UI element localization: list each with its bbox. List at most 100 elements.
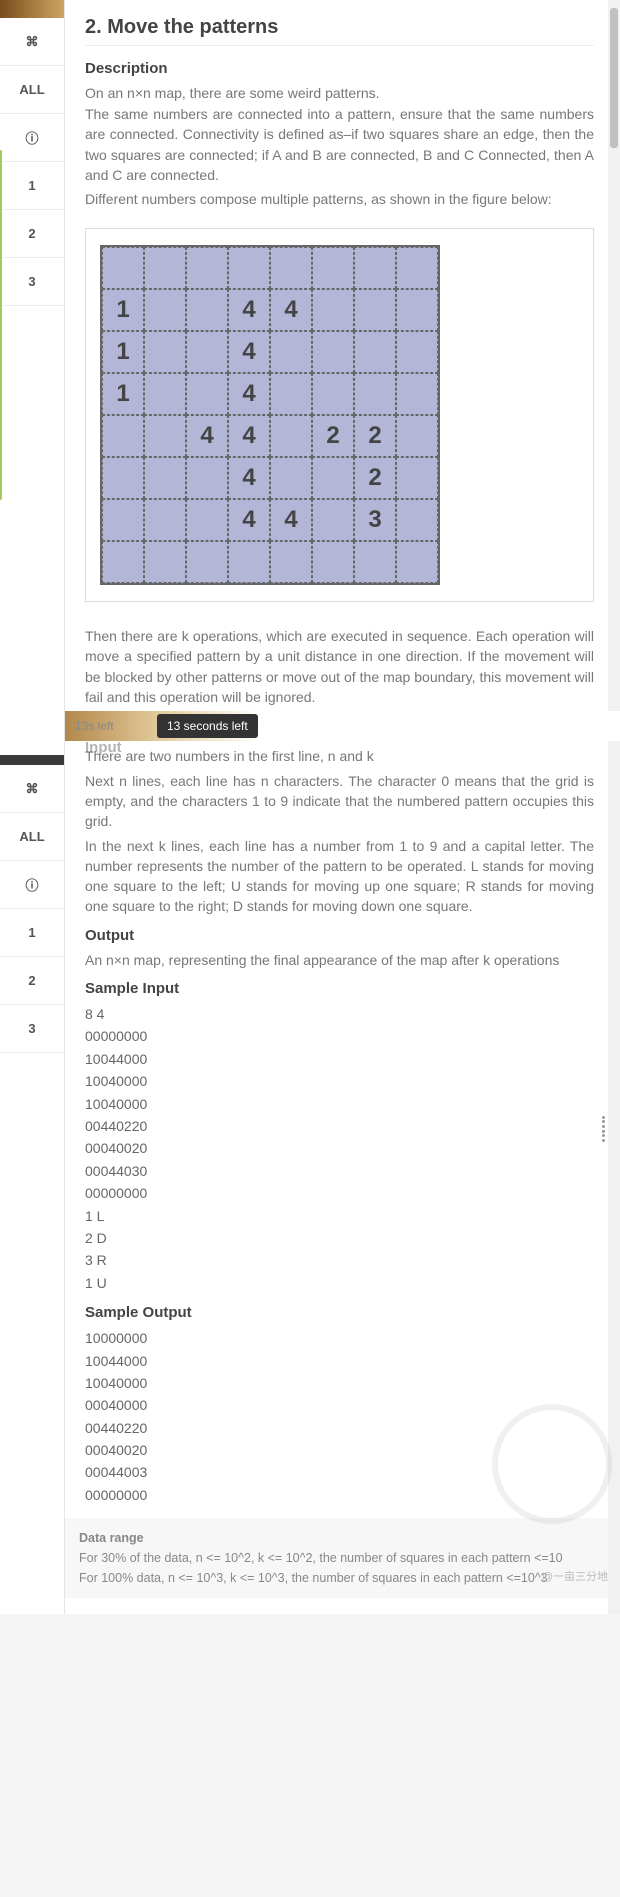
scrollbar-track[interactable] xyxy=(608,0,620,1614)
sample-input-line: 1 U xyxy=(85,1272,594,1294)
sidebar2-item-cmd[interactable]: ⌘ xyxy=(0,765,64,813)
title-divider xyxy=(85,45,594,46)
sidebar-item-3[interactable]: 3 xyxy=(0,258,64,306)
sidebar2-item-2[interactable]: 2 xyxy=(0,957,64,1005)
grid-cell xyxy=(144,541,186,583)
grid-cell: 4 xyxy=(228,457,270,499)
sample-input-line: 10044000 xyxy=(85,1048,594,1070)
grid-cell xyxy=(186,499,228,541)
sidebar-item-all[interactable]: ALL xyxy=(0,66,64,114)
resize-handle-icon[interactable] xyxy=(602,1115,610,1143)
sidebar-item-2[interactable]: 2 xyxy=(0,210,64,258)
grid-cell xyxy=(144,289,186,331)
grid-figure: 1441414442242443 xyxy=(85,228,594,602)
grid-cell xyxy=(312,289,354,331)
grid-cell xyxy=(228,247,270,289)
grid: 1441414442242443 xyxy=(100,245,440,585)
grid-cell xyxy=(186,541,228,583)
sample-output-line: 00000000 xyxy=(85,1484,594,1506)
grid-cell xyxy=(354,289,396,331)
sidebar2-item-1[interactable]: 1 xyxy=(0,909,64,957)
scrollbar-thumb[interactable] xyxy=(610,8,618,148)
sidebar2-item-all[interactable]: ALL xyxy=(0,813,64,861)
sidebar2-item-3[interactable]: 3 xyxy=(0,1005,64,1053)
grid-cell xyxy=(396,415,438,457)
grid-cell xyxy=(312,499,354,541)
sample-input-line: 1 L xyxy=(85,1205,594,1227)
grid-cell xyxy=(312,373,354,415)
grid-cell: 4 xyxy=(270,499,312,541)
grid-cell: 4 xyxy=(228,289,270,331)
grid-cell xyxy=(396,247,438,289)
grid-cell xyxy=(270,331,312,373)
grid-cell xyxy=(354,373,396,415)
grid-cell xyxy=(312,457,354,499)
grid-cell xyxy=(144,415,186,457)
sample-output-line: 10040000 xyxy=(85,1372,594,1394)
grid-cell xyxy=(144,457,186,499)
grid-cell xyxy=(312,541,354,583)
sample-input-line: 00044030 xyxy=(85,1160,594,1182)
sample-output-line: 10044000 xyxy=(85,1350,594,1372)
grid-cell xyxy=(396,541,438,583)
sidebar-dark-strip xyxy=(0,755,64,765)
grid-cell: 1 xyxy=(102,331,144,373)
sample-output-line: 00044003 xyxy=(85,1461,594,1483)
sample-input-line: 00440220 xyxy=(85,1115,594,1137)
output-p1: An n×n map, representing the final appea… xyxy=(85,950,594,970)
timer-short: 13s left xyxy=(75,719,114,733)
grid-cell xyxy=(102,415,144,457)
grid-cell: 4 xyxy=(270,289,312,331)
desc-p4: Then there are k operations, which are e… xyxy=(85,626,594,707)
grid-cell xyxy=(186,247,228,289)
grid-cell: 4 xyxy=(186,415,228,457)
grid-cell: 3 xyxy=(354,499,396,541)
grid-cell xyxy=(144,247,186,289)
grid-cell xyxy=(312,247,354,289)
grid-cell xyxy=(228,541,270,583)
sample-input-line: 8 4 xyxy=(85,1003,594,1025)
sample-output-line: 00040020 xyxy=(85,1439,594,1461)
grid-cell xyxy=(186,289,228,331)
sample-input-line: 3 R xyxy=(85,1249,594,1271)
grid-cell xyxy=(144,373,186,415)
grid-cell xyxy=(270,415,312,457)
sidebar-item-info[interactable]: ⓘ xyxy=(0,114,64,162)
sidebar-item-1[interactable]: 1 xyxy=(0,162,64,210)
grid-cell xyxy=(270,457,312,499)
grid-cell xyxy=(396,331,438,373)
timer-bar: 13s left 13 seconds left xyxy=(65,711,620,741)
sample-output-line: 00440220 xyxy=(85,1417,594,1439)
grid-cell: 2 xyxy=(354,457,396,499)
sample-input-block: 8 40000000010044000100400001004000000440… xyxy=(85,1003,594,1294)
desc-p2: The same numbers are connected into a pa… xyxy=(85,104,594,185)
grid-cell xyxy=(186,457,228,499)
sample-output-block: 1000000010044000100400000004000000440220… xyxy=(85,1327,594,1506)
grid-cell xyxy=(270,541,312,583)
grid-cell: 1 xyxy=(102,289,144,331)
desc-p3: Different numbers compose multiple patte… xyxy=(85,189,594,210)
sample-input-line: 00000000 xyxy=(85,1182,594,1204)
timer-tooltip: 13 seconds left xyxy=(157,714,258,738)
grid-cell: 4 xyxy=(228,415,270,457)
sidebar-top-accent xyxy=(0,0,64,18)
grid-cell xyxy=(102,499,144,541)
description-heading: Description xyxy=(85,60,594,77)
grid-cell: 1 xyxy=(102,373,144,415)
grid-cell xyxy=(144,499,186,541)
sidebar-item-cmd[interactable]: ⌘ xyxy=(0,18,64,66)
grid-cell xyxy=(270,247,312,289)
input-p3: In the next k lines, each line has a num… xyxy=(85,836,594,917)
sample-input-line: 10040000 xyxy=(85,1093,594,1115)
sample-output-line: 00040000 xyxy=(85,1394,594,1416)
sample-output-line: 10000000 xyxy=(85,1327,594,1349)
grid-cell: 4 xyxy=(228,331,270,373)
grid-cell: 4 xyxy=(228,373,270,415)
datarange-p1: For 30% of the data, n <= 10^2, k <= 10^… xyxy=(79,1551,563,1565)
sample-input-line: 00000000 xyxy=(85,1025,594,1047)
sidebar2-item-info[interactable]: ⓘ xyxy=(0,861,64,909)
grid-cell xyxy=(102,541,144,583)
grid-cell: 4 xyxy=(228,499,270,541)
grid-cell xyxy=(354,541,396,583)
grid-cell xyxy=(396,373,438,415)
